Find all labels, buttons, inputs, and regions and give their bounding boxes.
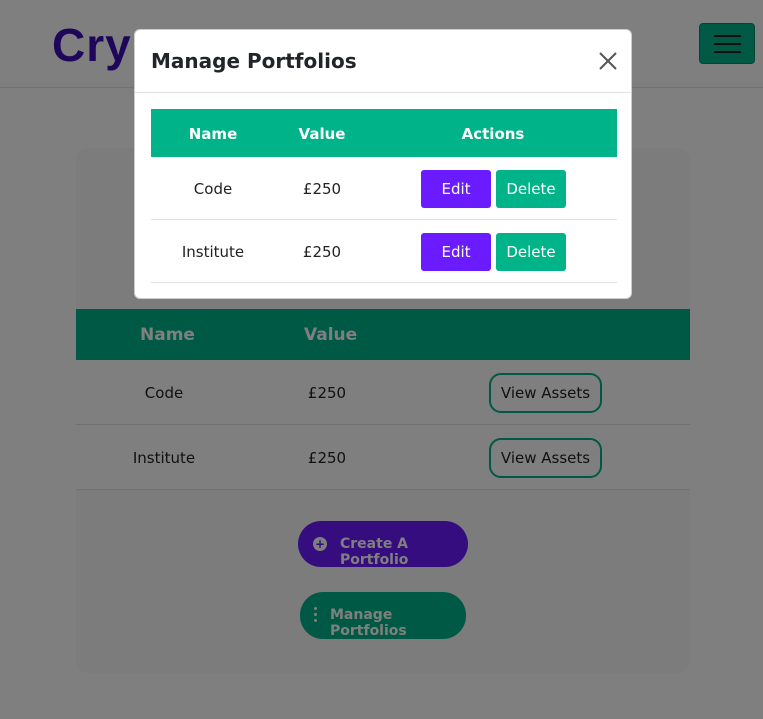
modal-title: Manage Portfolios: [151, 49, 357, 73]
table-row: Code £250 Edit Delete: [151, 157, 617, 220]
manage-portfolios-modal: Manage Portfolios Name Value Actions Cod…: [134, 29, 632, 299]
modal-header: Manage Portfolios: [135, 30, 631, 93]
portfolio-name: Code: [193, 180, 233, 198]
portfolio-name: Institute: [181, 243, 245, 261]
column-header-actions: Actions: [461, 125, 525, 143]
column-header-value: Value: [298, 125, 346, 143]
portfolio-value: £250: [302, 243, 342, 261]
table-header: Name Value Actions: [151, 109, 617, 157]
edit-button[interactable]: Edit: [421, 233, 491, 271]
delete-button[interactable]: Delete: [496, 233, 566, 271]
delete-button[interactable]: Delete: [496, 170, 566, 208]
portfolio-value: £250: [302, 180, 342, 198]
manage-portfolios-table: Name Value Actions Code £250 Edit Delete…: [151, 109, 617, 283]
close-icon[interactable]: [598, 51, 618, 71]
column-header-name: Name: [188, 125, 238, 143]
table-row: Institute £250 Edit Delete: [151, 220, 617, 283]
edit-button[interactable]: Edit: [421, 170, 491, 208]
